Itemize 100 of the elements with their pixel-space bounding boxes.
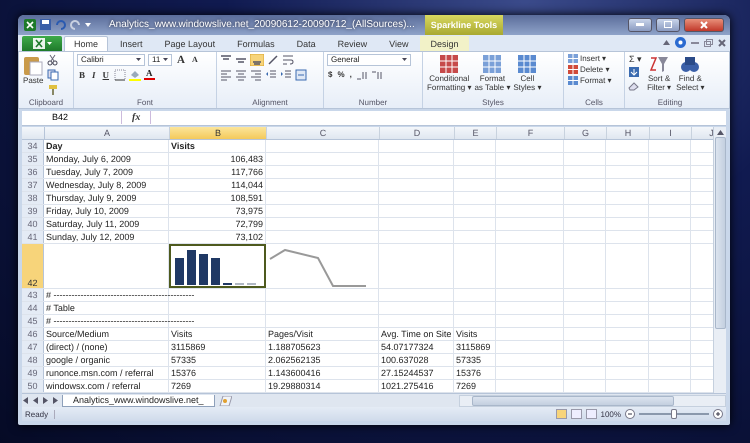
style-button[interactable]: Cell Styles ▾ (512, 54, 542, 92)
file-menu-button[interactable] (22, 36, 62, 51)
column-header[interactable]: H (607, 126, 650, 139)
row-header[interactable]: 38 (22, 192, 44, 204)
italic-button[interactable]: I (90, 70, 98, 80)
currency-button[interactable]: $ (327, 70, 334, 80)
caret-icon[interactable] (85, 22, 91, 27)
paste-button[interactable]: Paste (22, 54, 44, 85)
minimize-button[interactable] (628, 18, 652, 32)
ribbon-tab[interactable]: Insert (110, 36, 153, 51)
table-cell: Avg. Time on Site (381, 328, 452, 339)
close-button[interactable] (684, 18, 724, 32)
close-icon[interactable] (718, 38, 726, 47)
zoom-in-icon[interactable] (713, 409, 723, 420)
zoom-level[interactable]: 100% (600, 410, 621, 419)
ribbon-tab[interactable]: Page Layout (154, 36, 226, 51)
align-left-icon[interactable] (220, 68, 232, 81)
name-box[interactable]: B42 (22, 111, 122, 124)
style-button[interactable]: Conditional Formatting ▾ (426, 54, 472, 92)
vertical-scrollbar[interactable] (713, 126, 726, 394)
row-header[interactable]: 36 (22, 166, 44, 178)
ribbon-tab[interactable]: Formulas (227, 36, 285, 51)
group-label: Editing (656, 96, 684, 108)
font-name-field[interactable]: Calibri (77, 54, 145, 66)
scissors-icon[interactable] (47, 54, 60, 66)
horizontal-scrollbar[interactable] (459, 394, 726, 407)
column-header[interactable]: E (455, 126, 497, 139)
percent-button[interactable]: % (336, 70, 346, 80)
collapse-ribbon-icon[interactable] (663, 40, 670, 46)
column-header[interactable]: D (380, 126, 455, 139)
column-header[interactable]: B (170, 126, 267, 139)
row-header[interactable]: 45 (22, 314, 44, 327)
editing-button[interactable]: Find & Select ▾ (675, 54, 706, 92)
align-center-icon[interactable] (235, 68, 247, 81)
row-header[interactable]: 42 (22, 244, 44, 288)
caret-icon (136, 58, 141, 62)
row-header[interactable]: 50 (22, 380, 44, 392)
table-cell: runonce.msn.com / referral (46, 368, 154, 378)
table-grid-icon (517, 54, 538, 74)
selected-cell[interactable] (169, 244, 266, 288)
column-header[interactable]: G (565, 126, 607, 139)
row-header[interactable]: 41 (22, 230, 44, 243)
shrink-font-button[interactable]: A (190, 55, 200, 64)
sheet-tab[interactable]: Analytics_www.windowslive.net_ (62, 394, 215, 407)
window-title: Analytics_www.windowslive.net_20090612-20090712_(AllSources)... (109, 19, 415, 30)
row-header[interactable]: 46 (22, 328, 44, 340)
underline-button[interactable]: U (100, 70, 112, 80)
eraser-icon[interactable] (628, 80, 640, 92)
help-icon[interactable] (675, 37, 686, 48)
zoom-out-icon[interactable] (625, 409, 635, 420)
cells-button[interactable]: Insert ▾ (567, 54, 613, 63)
insert-function-button[interactable]: fx (128, 112, 144, 124)
table-cell: 106,483 (230, 154, 263, 164)
row-header[interactable]: 40 (22, 218, 44, 230)
ribbon-tab[interactable]: View (379, 36, 418, 51)
row-header[interactable]: 48 (22, 354, 44, 366)
comma-button[interactable]: , (348, 70, 353, 80)
spreadsheet-logo-icon[interactable] (24, 18, 36, 31)
ribbon-tab[interactable]: Data (286, 36, 326, 51)
zoom-slider-thumb[interactable] (671, 409, 677, 420)
save-icon[interactable] (40, 19, 51, 30)
restore-icon[interactable] (704, 38, 713, 47)
fill-icon[interactable] (628, 66, 640, 78)
column-header[interactable]: C (267, 126, 380, 139)
bold-button[interactable]: B (77, 70, 88, 80)
column-header[interactable]: I (650, 126, 692, 139)
align-bottom-icon[interactable] (250, 54, 264, 66)
row-header[interactable]: 49 (22, 366, 44, 379)
ribbon-tab[interactable]: Review (328, 36, 378, 51)
minimize-icon[interactable] (691, 42, 699, 44)
row-header[interactable]: 43 (22, 288, 44, 301)
table-cell: 117,766 (231, 166, 263, 177)
font-color-button[interactable]: A (144, 69, 155, 80)
cells-button[interactable]: Format ▾ (567, 76, 613, 85)
cells-button[interactable]: Delete ▾ (567, 64, 613, 74)
editing-button[interactable]: Sort & Filter ▾ (646, 54, 672, 92)
copy-icon[interactable] (47, 68, 60, 81)
row-header[interactable]: 34 (22, 140, 44, 152)
row-header[interactable]: 47 (22, 340, 44, 353)
autosum-button[interactable]: Σ ▾ (628, 54, 644, 64)
align-right-icon[interactable] (250, 68, 262, 81)
ribbon-tab[interactable]: Home (64, 36, 108, 51)
fill-color-icon[interactable] (129, 68, 142, 81)
row-header[interactable]: 39 (22, 204, 44, 217)
font-size-field[interactable]: 11 (148, 54, 172, 66)
redo-icon[interactable] (70, 19, 81, 30)
ribbon-tab[interactable]: Design (420, 36, 468, 51)
row-header[interactable]: 37 (22, 178, 44, 191)
wrap-text-icon[interactable] (282, 54, 294, 66)
number-format-field[interactable]: General (327, 54, 411, 66)
row-header[interactable]: 44 (22, 302, 44, 314)
orientation-icon[interactable] (267, 54, 279, 66)
merge-cells-icon[interactable] (295, 68, 307, 81)
decrease-decimal-icon[interactable] (370, 68, 383, 81)
border-icon[interactable] (114, 68, 126, 81)
column-header[interactable]: F (497, 126, 565, 139)
row-header[interactable]: 35 (22, 152, 44, 165)
maximize-button[interactable] (656, 18, 680, 32)
grow-font-button[interactable]: A (175, 54, 187, 66)
style-button[interactable]: Format as Table ▾ (473, 54, 512, 92)
